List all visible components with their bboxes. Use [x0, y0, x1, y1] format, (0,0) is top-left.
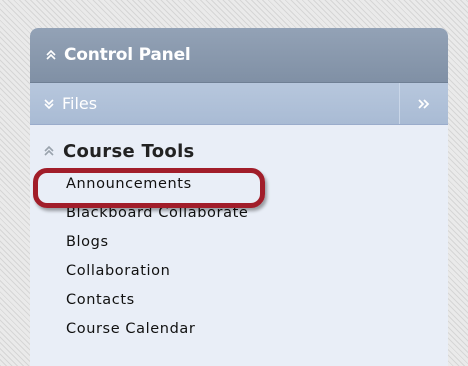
- tool-blogs[interactable]: Blogs: [30, 229, 448, 255]
- course-tools-title: Course Tools: [63, 140, 195, 162]
- course-tools-list: Announcements Blackboard Collaborate Blo…: [30, 171, 448, 342]
- course-tools-header[interactable]: Course Tools: [30, 139, 448, 163]
- control-panel-header[interactable]: Control Panel: [30, 28, 448, 83]
- double-chevron-right-icon: [418, 98, 430, 109]
- control-panel: Control Panel Files Course Tools Announc…: [30, 28, 448, 366]
- collapse-chevron-icon: [44, 145, 54, 156]
- course-tools-section: Course Tools Announcements Blackboard Co…: [30, 125, 448, 342]
- files-expand-button[interactable]: [399, 83, 448, 124]
- files-label: Files: [62, 94, 98, 113]
- collapse-chevron-icon: [46, 49, 56, 60]
- files-section[interactable]: Files: [30, 83, 448, 125]
- control-panel-title: Control Panel: [64, 45, 191, 65]
- expand-chevron-icon: [44, 98, 54, 109]
- tool-collaboration[interactable]: Collaboration: [30, 258, 448, 284]
- tool-contacts[interactable]: Contacts: [30, 287, 448, 313]
- tool-announcements[interactable]: Announcements: [30, 171, 448, 197]
- tool-course-calendar[interactable]: Course Calendar: [30, 316, 448, 342]
- tool-blackboard-collaborate[interactable]: Blackboard Collaborate: [30, 200, 448, 226]
